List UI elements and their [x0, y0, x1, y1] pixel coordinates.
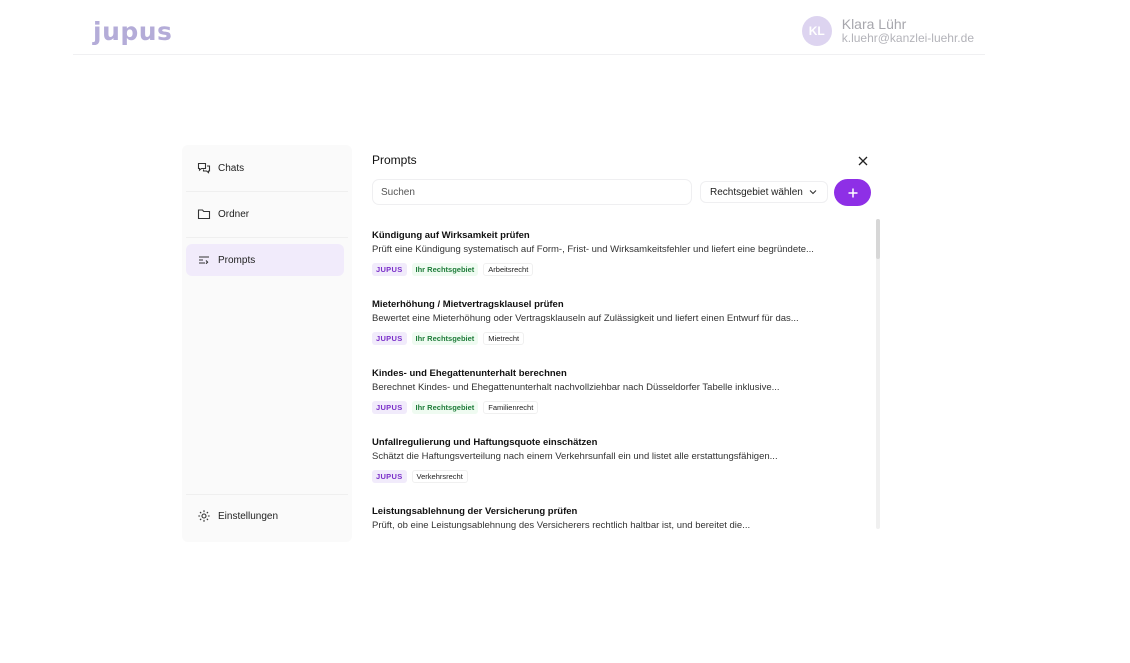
avatar[interactable]: KL	[801, 16, 832, 46]
add-prompt-button[interactable]	[834, 179, 871, 206]
prompt-item[interactable]: Unfallregulierung und Haftungsquote eins…	[372, 434, 858, 496]
scrollbar[interactable]	[876, 219, 880, 529]
jupus-logo[interactable]: jupus	[93, 17, 172, 46]
prompts-icon	[197, 253, 211, 267]
category-badge: Familienrecht	[483, 401, 539, 414]
prompt-description: Prüft, ob eine Leistungsablehnung des Ve…	[372, 520, 751, 531]
prompt-tags: JUPUS Ihr Rechtsgebiet Mietrecht	[372, 332, 529, 345]
source-badge: JUPUS	[372, 470, 407, 483]
sidebar-item-einstellungen[interactable]: Einstellungen	[186, 500, 344, 532]
prompt-item[interactable]: Kündigung auf Wirksamkeit prüfen Prüft e…	[372, 227, 858, 289]
prompt-description: Schätzt die Haftungsverteilung nach eine…	[372, 451, 778, 462]
sidebar-item-label: Chats	[218, 162, 245, 174]
chat-icon	[197, 161, 211, 175]
prompt-title: Kündigung auf Wirksamkeit prüfen	[372, 230, 530, 241]
user-email: k.luehr@kanzlei-luehr.de	[841, 31, 974, 45]
sidebar-item-ordner[interactable]: Ordner	[186, 198, 344, 230]
plus-icon	[848, 188, 857, 197]
prompt-title: Kindes- und Ehegattenunterhalt berechnen	[372, 368, 567, 379]
prompts-panel: Prompts Rechtsgebiet wählen Kündigung au…	[362, 145, 880, 542]
divider	[186, 494, 348, 495]
sidebar: Chats Ordner Prompts Einstellungen	[182, 145, 352, 542]
user-menu[interactable]: KL Klara Lühr k.luehr@kanzlei-luehr.de	[801, 16, 974, 46]
prompt-list: Kündigung auf Wirksamkeit prüfen Prüft e…	[372, 227, 858, 533]
gear-icon	[197, 509, 211, 523]
panel-title: Prompts	[372, 153, 417, 167]
user-name: Klara Lühr	[841, 16, 907, 32]
rechtsgebiet-select[interactable]: Rechtsgebiet wählen	[700, 181, 828, 203]
divider	[186, 191, 348, 192]
sidebar-item-label: Prompts	[218, 254, 256, 266]
user-info: Klara Lühr k.luehr@kanzlei-luehr.de	[842, 17, 974, 45]
prompt-item[interactable]: Kindes- und Ehegattenunterhalt berechnen…	[372, 365, 858, 427]
prompt-title: Leistungsablehnung der Versicherung prüf…	[372, 506, 578, 517]
prompt-description: Prüft eine Kündigung systematisch auf Fo…	[372, 244, 814, 255]
search-input[interactable]	[372, 179, 692, 205]
sidebar-item-chats[interactable]: Chats	[186, 152, 344, 184]
category-badge: Mietrecht	[483, 332, 525, 345]
close-icon	[858, 156, 868, 166]
prompt-title: Unfallregulierung und Haftungsquote eins…	[372, 437, 598, 448]
chevron-down-icon	[809, 190, 817, 195]
prompt-description: Bewertet eine Mieterhöhung oder Vertrags…	[372, 313, 799, 324]
category-badge: Verkehrsrecht	[411, 470, 468, 483]
select-label: Rechtsgebiet wählen	[710, 186, 803, 198]
source-badge: JUPUS	[372, 263, 407, 276]
area-badge: Ihr Rechtsgebiet	[411, 332, 479, 345]
area-badge: Ihr Rechtsgebiet	[411, 401, 479, 414]
sidebar-item-label: Ordner	[218, 208, 250, 220]
prompt-item[interactable]: Leistungsablehnung der Versicherung prüf…	[372, 503, 858, 533]
prompt-title: Mieterhöhung / Mietvertragsklausel prüfe…	[372, 299, 564, 310]
close-button[interactable]	[856, 154, 870, 168]
source-badge: JUPUS	[372, 332, 407, 345]
prompt-tags: JUPUS Ihr Rechtsgebiet Arbeitsrecht	[372, 263, 538, 276]
scrollbar-thumb[interactable]	[876, 219, 880, 259]
divider	[186, 237, 348, 238]
top-header: jupus KL Klara Lühr k.luehr@kanzlei-lueh…	[73, 0, 985, 55]
sidebar-item-prompts[interactable]: Prompts	[186, 244, 344, 276]
area-badge: Ihr Rechtsgebiet	[411, 263, 479, 276]
source-badge: JUPUS	[372, 401, 407, 414]
sidebar-item-label: Einstellungen	[218, 510, 279, 522]
category-badge: Arbeitsrecht	[483, 263, 534, 276]
folder-icon	[197, 207, 211, 221]
prompt-tags: JUPUS Verkehrsrecht	[372, 470, 473, 483]
prompt-item[interactable]: Mieterhöhung / Mietvertragsklausel prüfe…	[372, 296, 858, 358]
prompt-tags: JUPUS Ihr Rechtsgebiet Familienrecht	[372, 401, 543, 414]
prompt-description: Berechnet Kindes- und Ehegattenunterhalt…	[372, 382, 780, 393]
